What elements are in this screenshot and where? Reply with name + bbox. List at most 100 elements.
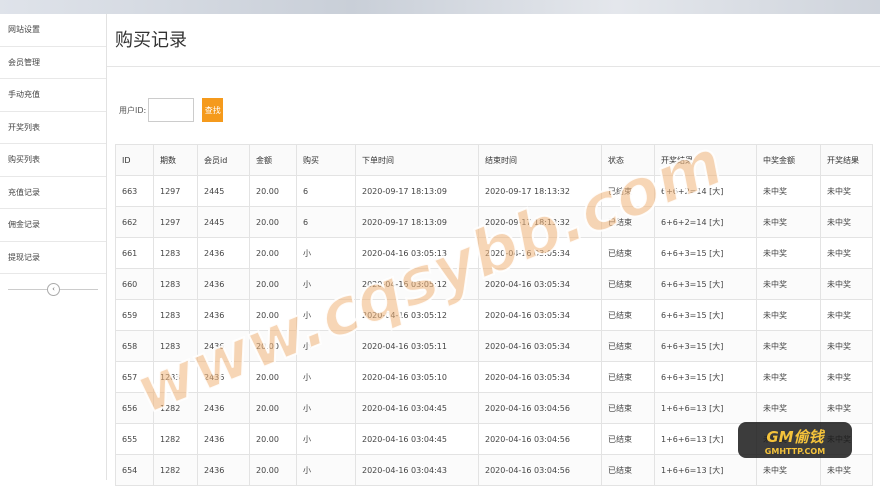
cell-end-time: 2020-04-16 03:04:56	[478, 423, 602, 455]
cell-period: 1283	[153, 237, 198, 269]
cell-id: 660	[115, 268, 154, 300]
user-id-label: 用户ID:	[119, 105, 147, 115]
sidebar-item-recharge-records[interactable]: 充值记录	[0, 177, 106, 209]
cell-status: 已结束	[601, 361, 655, 393]
cell-status: 已结束	[601, 268, 655, 300]
cell-purchase: 小	[296, 268, 356, 300]
cell-order-time: 2020-04-16 03:05:12	[355, 268, 479, 300]
cell-order-time: 2020-04-16 03:04:43	[355, 454, 479, 486]
cell-end-time: 2020-04-16 03:05:34	[478, 299, 602, 331]
cell-end-time: 2020-09-17 18:13:32	[478, 206, 602, 238]
main-content: 购买记录 用户ID: 查找 ID 期数 会员id 金额 购买 下单时间 结束时间…	[107, 14, 880, 486]
sidebar-item-label: 开奖列表	[8, 122, 40, 132]
cell-period: 1297	[153, 206, 198, 238]
column-header-status: 状态	[601, 144, 655, 176]
cell-result: 未中奖	[820, 361, 873, 393]
sidebar-item-draw-list[interactable]: 开奖列表	[0, 112, 106, 144]
cell-prize-amount: 未中奖	[756, 206, 821, 238]
cell-purchase: 小	[296, 392, 356, 424]
page-title: 购买记录	[115, 30, 187, 51]
table-row: 658 1283 2436 20.00 小 2020-04-16 03:05:11 2020…	[115, 330, 873, 362]
table-row: 662 1297 2445 20.00 6 2020-09-17 18:13:09 2020…	[115, 206, 873, 238]
cell-amount: 20.00	[249, 237, 297, 269]
search-button[interactable]: 查找	[202, 98, 224, 122]
column-header-order-time: 下单时间	[355, 144, 479, 176]
cell-end-time: 2020-04-16 03:05:34	[478, 330, 602, 362]
sidebar-item-site-settings[interactable]: 网站设置	[0, 14, 106, 47]
sidebar-item-manual-recharge[interactable]: 手动充值	[0, 79, 106, 112]
cell-member-id: 2436	[197, 268, 250, 300]
cell-prize-amount: 未中奖	[756, 361, 821, 393]
sidebar: 网站设置 会员管理 手动充值 开奖列表 购买列表 充值记录 佣金记录 提现记录 …	[0, 14, 107, 480]
sidebar-item-label: 佣金记录	[8, 220, 40, 230]
cell-draw-result: 6+6+3=15 [大]	[654, 361, 757, 393]
cell-end-time: 2020-04-16 03:05:34	[478, 361, 602, 393]
cell-end-time: 2020-04-16 03:05:34	[478, 237, 602, 269]
sidebar-item-purchase-list[interactable]: 购买列表	[0, 144, 106, 177]
column-header-draw-result: 开奖结果	[654, 144, 757, 176]
cell-purchase: 小	[296, 361, 356, 393]
cell-end-time: 2020-04-16 03:04:56	[478, 454, 602, 486]
user-id-input[interactable]	[148, 98, 195, 122]
cell-period: 1297	[153, 175, 198, 207]
cell-member-id: 2436	[197, 361, 250, 393]
column-header-purchase: 购买	[296, 144, 356, 176]
cell-purchase: 小	[296, 330, 356, 362]
cell-id: 661	[115, 237, 154, 269]
cell-id: 663	[115, 175, 154, 207]
cell-draw-result: 6+6+3=15 [大]	[654, 330, 757, 362]
cell-purchase: 小	[296, 299, 356, 331]
sidebar-item-label: 购买列表	[8, 155, 40, 165]
cell-prize-amount: 未中奖	[756, 175, 821, 207]
cell-status: 已结束	[601, 330, 655, 362]
cell-member-id: 2445	[197, 206, 250, 238]
cell-id: 655	[115, 423, 154, 455]
cell-amount: 20.00	[249, 206, 297, 238]
sidebar-item-commission-records[interactable]: 佣金记录	[0, 209, 106, 242]
cell-period: 1283	[153, 268, 198, 300]
sidebar-item-label: 会员管理	[8, 57, 40, 67]
cell-status: 已结束	[601, 392, 655, 424]
cell-member-id: 2436	[197, 237, 250, 269]
cell-amount: 20.00	[249, 330, 297, 362]
column-header-id: ID	[115, 144, 154, 176]
cell-order-time: 2020-09-17 18:13:09	[355, 175, 479, 207]
cell-draw-result: 6+6+2=14 [大]	[654, 175, 757, 207]
cell-period: 1283	[153, 361, 198, 393]
cell-purchase: 小	[296, 237, 356, 269]
cell-status: 已结束	[601, 423, 655, 455]
cell-member-id: 2436	[197, 423, 250, 455]
cell-member-id: 2436	[197, 299, 250, 331]
cell-order-time: 2020-04-16 03:05:12	[355, 299, 479, 331]
filter-bar: 用户ID: 查找	[119, 98, 224, 122]
cell-id: 659	[115, 299, 154, 331]
cell-result: 未中奖	[820, 330, 873, 362]
site-logo: GM偷钱 GMHTTP.COM	[738, 422, 852, 458]
cell-order-time: 2020-09-17 18:13:09	[355, 206, 479, 238]
sidebar-item-label: 网站设置	[8, 25, 40, 35]
cell-purchase: 6	[296, 206, 356, 238]
cell-period: 1282	[153, 392, 198, 424]
table-row: 659 1283 2436 20.00 小 2020-04-16 03:05:12 2020…	[115, 299, 873, 331]
cell-amount: 20.00	[249, 299, 297, 331]
cell-result: 未中奖	[820, 268, 873, 300]
column-header-amount: 金额	[249, 144, 297, 176]
cell-order-time: 2020-04-16 03:05:11	[355, 330, 479, 362]
cell-amount: 20.00	[249, 268, 297, 300]
sidebar-item-label: 手动充值	[8, 90, 40, 100]
collapse-sidebar-icon[interactable]: ‹	[47, 283, 60, 296]
cell-member-id: 2445	[197, 175, 250, 207]
cell-period: 1282	[153, 423, 198, 455]
column-header-period: 期数	[153, 144, 198, 176]
cell-purchase: 小	[296, 454, 356, 486]
cell-status: 已结束	[601, 237, 655, 269]
cell-member-id: 2436	[197, 454, 250, 486]
cell-result: 未中奖	[820, 175, 873, 207]
sidebar-item-members[interactable]: 会员管理	[0, 47, 106, 79]
logo-subtext: GMHTTP.COM	[765, 447, 825, 456]
cell-status: 已结束	[601, 206, 655, 238]
cell-period: 1283	[153, 330, 198, 362]
cell-draw-result: 6+6+2=14 [大]	[654, 206, 757, 238]
table-row: 663 1297 2445 20.00 6 2020-09-17 18:13:09 2020…	[115, 175, 873, 207]
sidebar-item-withdraw-records[interactable]: 提现记录	[0, 242, 106, 274]
